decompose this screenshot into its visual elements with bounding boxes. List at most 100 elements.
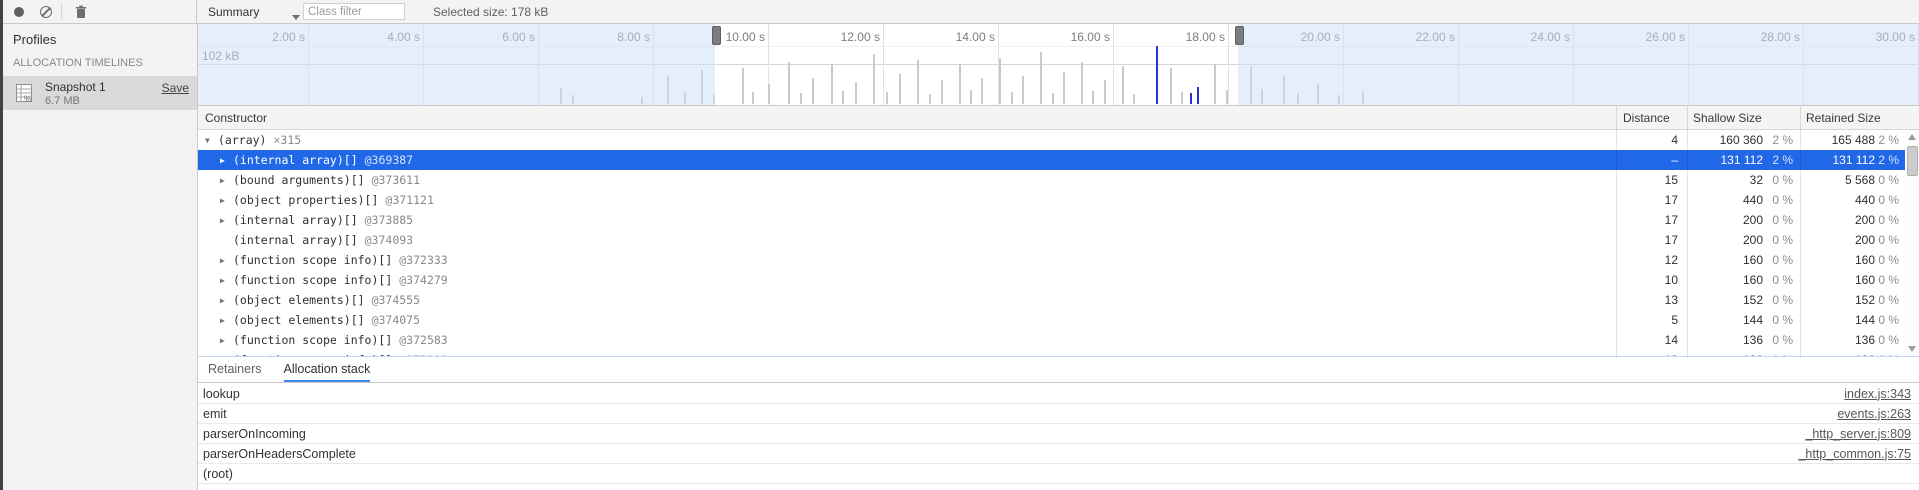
allocation-bar	[831, 64, 833, 104]
constructor-cell: ▶(function scope info)[]@372333	[198, 253, 1616, 267]
sidebar-item-snapshot[interactable]: % Snapshot 1 6.7 MB Save	[3, 76, 197, 110]
table-row[interactable]: ▶(object elements)[]@374555131520 %1520 …	[198, 290, 1905, 310]
timeline-overview[interactable]: 102 kB 2.00 s4.00 s6.00 s8.00 s10.00 s12…	[198, 24, 1919, 106]
retained-size-cell: 5 568	[1800, 173, 1875, 187]
clear-button[interactable]	[38, 0, 54, 23]
constructor-name: (function scope info)[]	[233, 273, 392, 287]
collapsed-arrow-icon[interactable]: ▶	[220, 316, 233, 325]
allocation-bar	[970, 90, 972, 104]
constructor-cell: ▶(bound arguments)[]@373611	[198, 173, 1616, 187]
unselected-range-overlay	[1238, 24, 1919, 105]
stack-frame-row[interactable]: lookupindex.js:343	[198, 384, 1919, 404]
shallow-percent-cell: 0 %	[1763, 193, 1800, 207]
shallow-size-cell: 144	[1687, 313, 1763, 327]
class-filter-input[interactable]	[303, 3, 405, 20]
object-id: @374075	[372, 313, 420, 327]
ruler-tick-label: 12.00 s	[820, 30, 880, 44]
frame-function-name: (root)	[198, 467, 233, 481]
retained-percent-cell: 0 %	[1875, 313, 1905, 327]
distance-cell: 10	[1616, 273, 1687, 287]
table-row[interactable]: ▶(function scope info)[]@372583141360 %1…	[198, 330, 1905, 350]
object-id: @371121	[385, 193, 433, 207]
table-row[interactable]: (internal array)[]@374093172000 %2000 %	[198, 230, 1905, 250]
allocation-bar	[959, 64, 961, 104]
collapsed-arrow-icon[interactable]: ▶	[220, 336, 233, 345]
stack-frame-row[interactable]: (root)	[198, 464, 1919, 484]
scroll-up-arrow-icon[interactable]	[1908, 134, 1916, 140]
constructor-cell: ▶(internal array)[]@373885	[198, 213, 1616, 227]
expanded-arrow-icon[interactable]: ▼	[205, 136, 218, 145]
tab-allocation-stack[interactable]: Allocation stack	[284, 358, 371, 382]
heap-view: 102 kB 2.00 s4.00 s6.00 s8.00 s10.00 s12…	[198, 24, 1919, 490]
collapsed-arrow-icon[interactable]: ▶	[220, 256, 233, 265]
constructor-name: (array)	[218, 133, 266, 147]
table-row[interactable]: ▶(function scope info)[]@372333121600 %1…	[198, 250, 1905, 270]
shallow-size-cell: 131 112	[1687, 153, 1763, 167]
delete-profile-button[interactable]	[72, 0, 90, 23]
allocation-bar	[886, 92, 888, 104]
table-row[interactable]: ▶(object elements)[]@37407551440 %1440 %	[198, 310, 1905, 330]
constructor-name: (object properties)[]	[233, 193, 378, 207]
shallow-size-cell: 200	[1687, 233, 1763, 247]
column-header-constructor[interactable]: Constructor	[205, 106, 267, 129]
unselected-range-overlay	[198, 24, 715, 105]
table-scrollbar[interactable]	[1905, 130, 1919, 358]
shallow-percent-cell: 0 %	[1763, 313, 1800, 327]
column-header-retained-size[interactable]: Retained Size	[1806, 106, 1881, 129]
selection-handle[interactable]	[712, 26, 721, 45]
shallow-size-cell: 152	[1687, 293, 1763, 307]
scrollbar-thumb[interactable]	[1907, 146, 1918, 176]
retained-percent-cell: 0 %	[1875, 333, 1905, 347]
constructor-cell: ▼(array) ×315	[198, 133, 1616, 147]
frame-source-link[interactable]: index.js:343	[1844, 387, 1919, 401]
allocation-bar	[1214, 64, 1216, 104]
allocation-bar	[1040, 52, 1042, 104]
record-button[interactable]	[12, 0, 26, 23]
heap-snapshot-icon: %	[15, 83, 35, 103]
frame-source-link[interactable]: events.js:263	[1837, 407, 1919, 421]
stack-frame-row[interactable]: emitevents.js:263	[198, 404, 1919, 424]
shallow-size-cell: 160	[1687, 273, 1763, 287]
tab-retainers[interactable]: Retainers	[208, 358, 262, 382]
constructor-table: ▼(array)×3154160 3602 %165 4882 %▶(inter…	[198, 130, 1919, 358]
retained-percent-cell: 0 %	[1875, 233, 1905, 247]
column-header-distance[interactable]: Distance	[1623, 106, 1670, 129]
retained-percent-cell: 0 %	[1875, 253, 1905, 267]
save-link[interactable]: Save	[162, 81, 189, 95]
collapsed-arrow-icon[interactable]: ▶	[220, 296, 233, 305]
selection-handle[interactable]	[1235, 26, 1244, 45]
collapsed-arrow-icon[interactable]: ▶	[220, 156, 233, 165]
table-row[interactable]: ▶(internal array)[]@373885172000 %2000 %	[198, 210, 1905, 230]
distance-cell: 13	[1616, 293, 1687, 307]
object-id: @373885	[365, 213, 413, 227]
stack-frame-row[interactable]: parserOnHeadersComplete_http_common.js:7…	[198, 444, 1919, 464]
allocation-bar-live	[1156, 46, 1158, 104]
column-header-shallow-size[interactable]: Shallow Size	[1693, 106, 1762, 129]
frame-source-link[interactable]: _http_server.js:809	[1805, 427, 1919, 441]
frame-source-link[interactable]: _http_common.js:75	[1798, 447, 1919, 461]
ruler-gridline	[1113, 24, 1114, 105]
table-row[interactable]: ▼(array)×3154160 3602 %165 4882 %	[198, 130, 1905, 150]
object-id: @372583	[399, 333, 447, 347]
allocation-bar	[1226, 90, 1228, 104]
distance-cell: 4	[1616, 133, 1687, 147]
allocation-bar	[941, 80, 943, 104]
scroll-down-arrow-icon[interactable]	[1908, 346, 1916, 352]
retained-size-cell: 440	[1800, 193, 1875, 207]
collapsed-arrow-icon[interactable]: ▶	[220, 216, 233, 225]
table-row[interactable]: ▶(internal array)[]@369387–131 1122 %131…	[198, 150, 1905, 170]
retained-size-cell: 165 488	[1800, 133, 1875, 147]
collapsed-arrow-icon[interactable]: ▶	[220, 276, 233, 285]
table-row[interactable]: ▶(bound arguments)[]@37361115320 %5 5680…	[198, 170, 1905, 190]
collapsed-arrow-icon[interactable]: ▶	[220, 176, 233, 185]
ruler-tick-label: 16.00 s	[1050, 30, 1110, 44]
retained-size-cell: 131 112	[1800, 153, 1875, 167]
table-row[interactable]: ▶(object properties)[]@371121174400 %440…	[198, 190, 1905, 210]
instance-count: ×315	[273, 133, 301, 147]
retained-size-cell: 200	[1800, 213, 1875, 227]
collapsed-arrow-icon[interactable]: ▶	[220, 196, 233, 205]
selected-size-label: Selected size: 178 kB	[433, 0, 548, 23]
table-row[interactable]: ▶(function scope info)[]@374279101600 %1…	[198, 270, 1905, 290]
stack-frame-row[interactable]: parserOnIncoming_http_server.js:809	[198, 424, 1919, 444]
shallow-percent-cell: 2 %	[1763, 153, 1800, 167]
